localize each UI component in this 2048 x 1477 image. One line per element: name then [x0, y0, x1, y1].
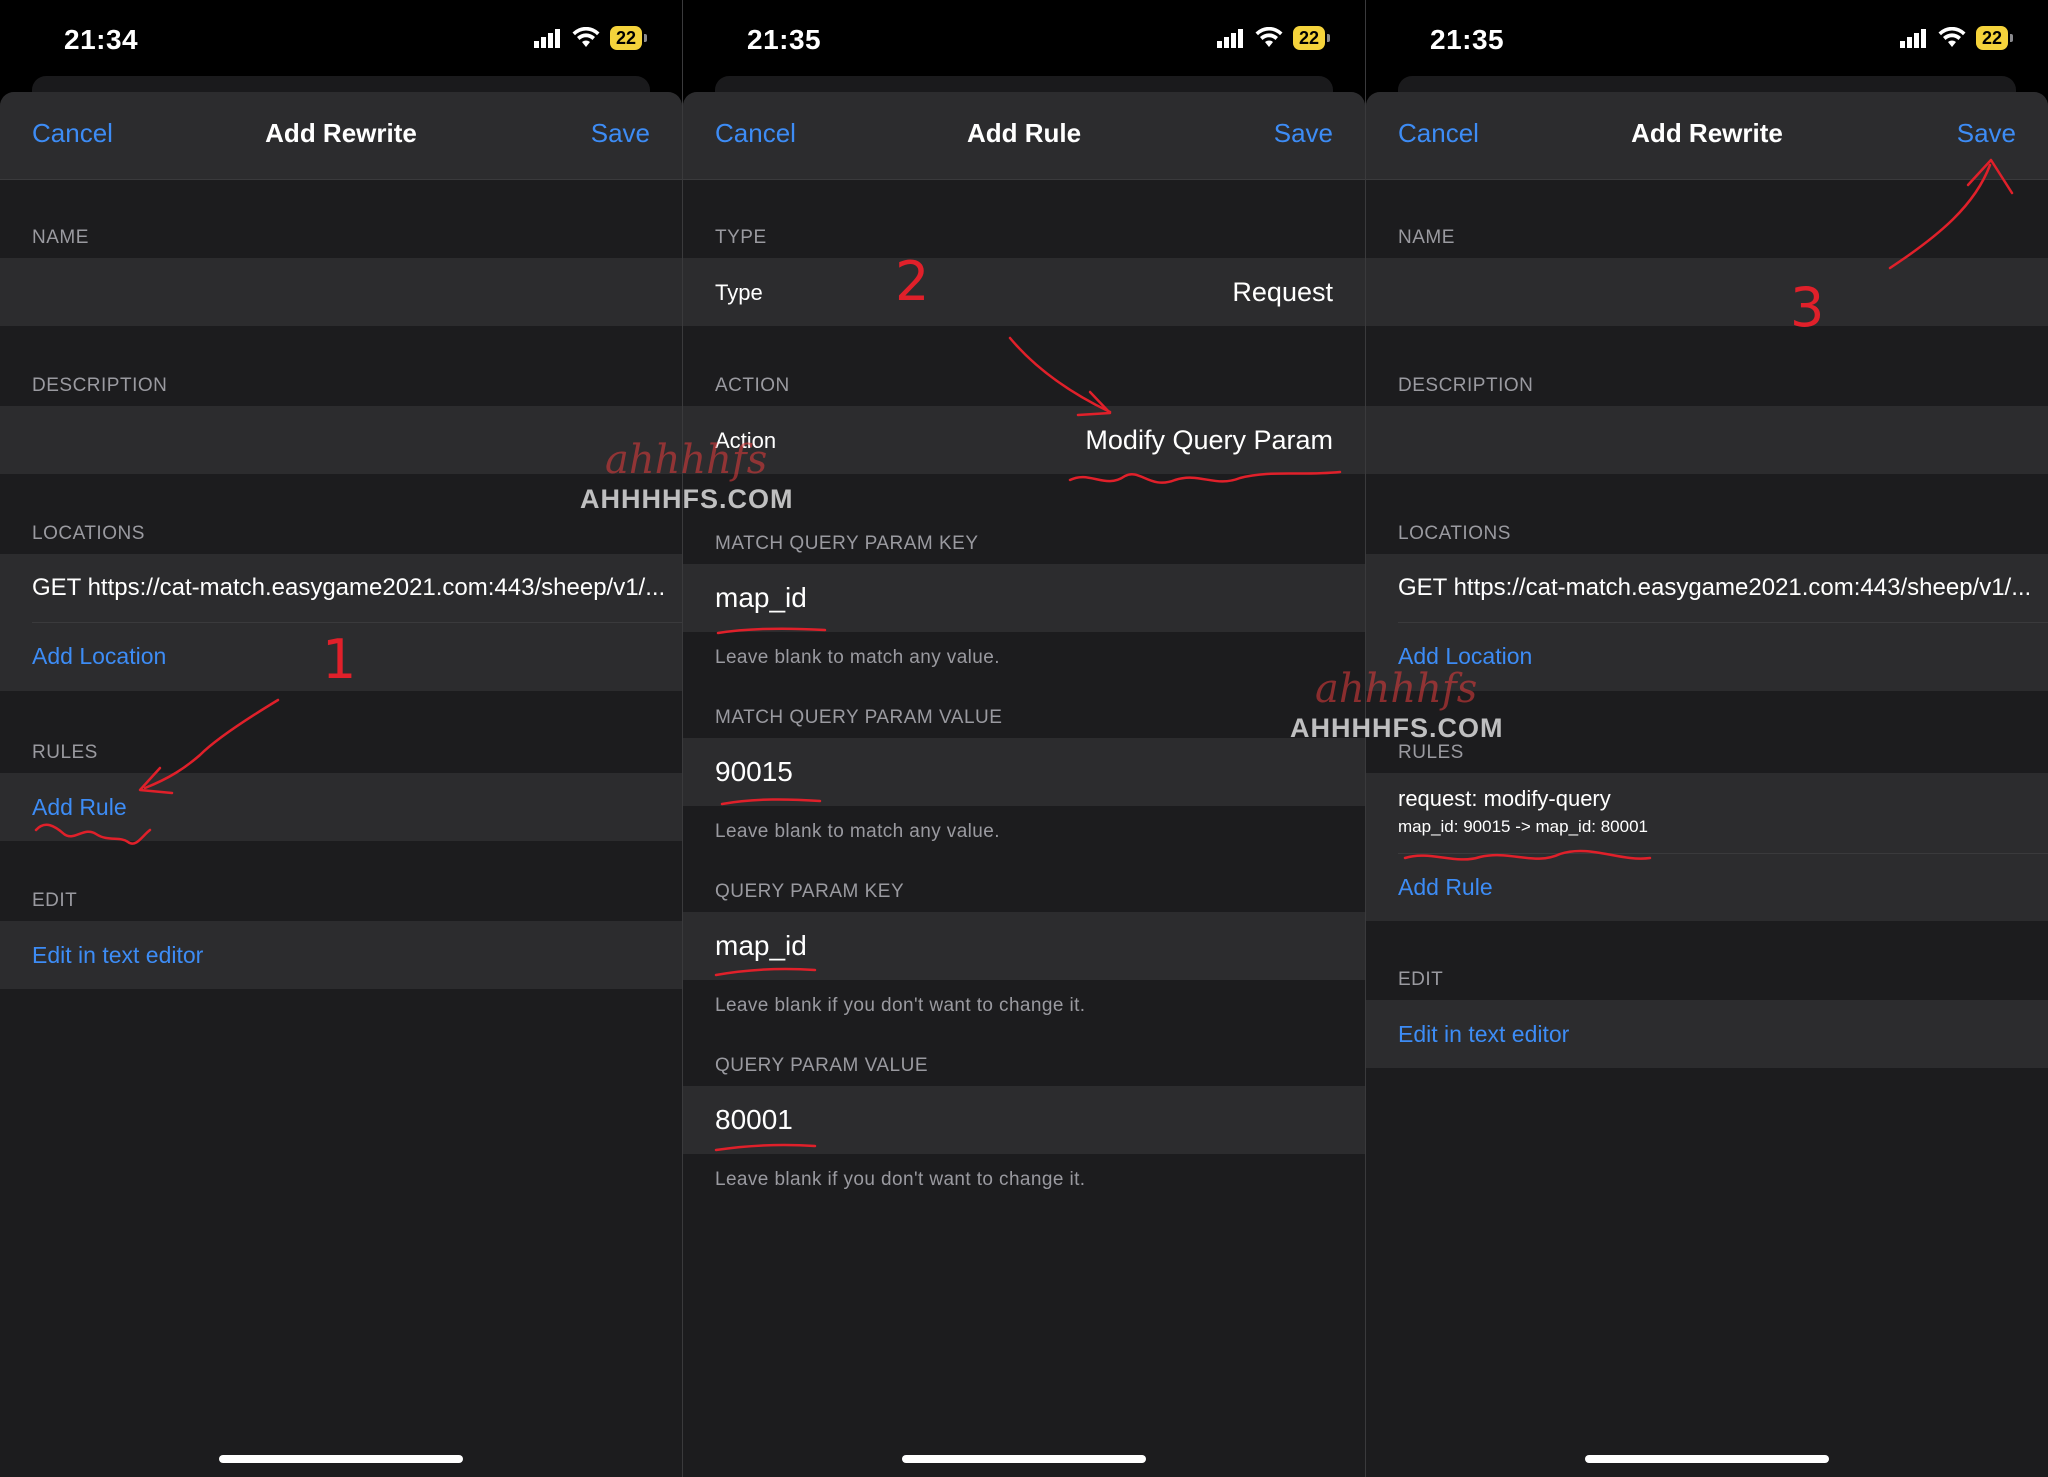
locations-group: GET https://cat-match.easygame2021.com:4…	[0, 554, 682, 691]
status-bar: 21:35 22	[683, 0, 1365, 78]
param-value-field[interactable]: 80001	[683, 1086, 1365, 1154]
screen-add-rewrite-empty: 21:34 22 Cancel Add Rewrite Save NAME DE…	[0, 0, 682, 1477]
nav-bar: Cancel Add Rule Save	[683, 92, 1365, 180]
section-label-rules: RULES	[32, 742, 98, 763]
battery-icon: 22	[1975, 26, 2014, 50]
section-label-type: TYPE	[715, 227, 767, 248]
save-button[interactable]: Save	[591, 118, 650, 149]
add-rule-button[interactable]: Add Rule	[1398, 874, 1493, 901]
signal-icon	[533, 29, 560, 48]
section-label-param-value: QUERY PARAM VALUE	[715, 1055, 928, 1076]
rule-item[interactable]: request: modify-query map_id: 90015 -> m…	[1366, 773, 2048, 853]
name-field[interactable]	[0, 258, 682, 326]
match-value-hint: Leave blank to match any value.	[715, 821, 1000, 842]
nav-bar: Cancel Add Rewrite Save	[0, 92, 682, 180]
rules-group: request: modify-query map_id: 90015 -> m…	[1366, 773, 2048, 921]
status-time: 21:35	[747, 24, 822, 55]
add-location-button[interactable]: Add Location	[32, 643, 166, 670]
section-label-description: DESCRIPTION	[32, 375, 168, 396]
location-item[interactable]: GET https://cat-match.easygame2021.com:4…	[32, 574, 665, 602]
watermark-site: AHHHHFS.COM	[1290, 713, 1504, 743]
section-label-description: DESCRIPTION	[1398, 375, 1534, 396]
home-indicator	[219, 1455, 463, 1463]
location-item[interactable]: GET https://cat-match.easygame2021.com:4…	[1398, 574, 2031, 602]
param-value-value: 80001	[715, 1104, 793, 1135]
wifi-icon	[572, 27, 600, 47]
description-field[interactable]	[1366, 406, 2048, 474]
page-title: Add Rule	[966, 118, 1082, 148]
param-value-hint: Leave blank if you don't want to change …	[715, 1169, 1086, 1190]
rules-group: Add Rule	[0, 773, 682, 841]
action-value: Modify Query Param	[1085, 425, 1333, 455]
param-key-value: map_id	[715, 930, 807, 961]
section-label-param-key: QUERY PARAM KEY	[715, 881, 905, 902]
match-value-value: 90015	[715, 756, 793, 787]
action-row[interactable]: Action Modify Query Param	[683, 406, 1365, 474]
section-label-edit: EDIT	[32, 890, 78, 911]
section-label-match-key: MATCH QUERY PARAM KEY	[715, 533, 979, 554]
edit-group: Edit in text editor	[0, 921, 682, 989]
watermark-site: AHHHHFS.COM	[580, 484, 794, 514]
battery-icon: 22	[609, 26, 648, 50]
type-label: Type	[715, 280, 763, 305]
wifi-icon	[1255, 27, 1283, 47]
type-row[interactable]: Type Request	[683, 258, 1365, 326]
home-indicator	[902, 1455, 1146, 1463]
type-value: Request	[1232, 277, 1333, 307]
rule-detail: map_id: 90015 -> map_id: 80001	[1398, 817, 1648, 836]
match-value-field[interactable]: 90015	[683, 738, 1365, 806]
section-label-match-value: MATCH QUERY PARAM VALUE	[715, 707, 1003, 728]
edit-in-text-editor-button[interactable]: Edit in text editor	[32, 942, 203, 969]
save-button[interactable]: Save	[1274, 118, 1333, 149]
status-time: 21:34	[64, 24, 139, 55]
status-bar: 21:34 22	[0, 0, 682, 78]
section-label-action: ACTION	[715, 375, 790, 396]
signal-icon	[1216, 29, 1243, 48]
signal-icon	[1899, 29, 1926, 48]
name-field[interactable]	[1366, 258, 2048, 326]
wifi-icon	[1938, 27, 1966, 47]
home-indicator	[1585, 1455, 1829, 1463]
edit-group: Edit in text editor	[1366, 1000, 2048, 1068]
section-label-name: NAME	[32, 227, 89, 248]
section-label-edit: EDIT	[1398, 969, 1444, 990]
match-key-value: map_id	[715, 582, 807, 613]
section-label-rules: RULES	[1398, 742, 1464, 763]
sheet: Cancel Add Rule Save TYPE Type Request A…	[683, 92, 1365, 1477]
sheet: Cancel Add Rewrite Save NAME DESCRIPTION…	[1366, 92, 2048, 1477]
page-title: Add Rewrite	[265, 118, 417, 148]
param-key-hint: Leave blank if you don't want to change …	[715, 995, 1086, 1016]
screen-add-rule: 21:35 22 Cancel Add Rule Save TYPE Type …	[683, 0, 1365, 1477]
add-rule-button[interactable]: Add Rule	[32, 794, 127, 821]
rule-title: request: modify-query	[1398, 786, 1611, 811]
match-key-field[interactable]: map_id	[683, 564, 1365, 632]
status-time: 21:35	[1430, 24, 1505, 55]
param-key-field[interactable]: map_id	[683, 912, 1365, 980]
page-title: Add Rewrite	[1631, 118, 1783, 148]
watermark-logo: ahhhhfs	[605, 437, 768, 483]
battery-icon: 22	[1292, 26, 1331, 50]
match-key-hint: Leave blank to match any value.	[715, 647, 1000, 668]
description-field[interactable]	[0, 406, 682, 474]
section-label-locations: LOCATIONS	[1398, 523, 1511, 544]
section-label-name: NAME	[1398, 227, 1455, 248]
save-button[interactable]: Save	[1957, 118, 2016, 149]
section-label-locations: LOCATIONS	[32, 523, 145, 544]
watermark-logo: ahhhhfs	[1315, 666, 1478, 712]
status-bar: 21:35 22	[1366, 0, 2048, 78]
sheet: Cancel Add Rewrite Save NAME DESCRIPTION…	[0, 92, 682, 1477]
nav-bar: Cancel Add Rewrite Save	[1366, 92, 2048, 180]
edit-in-text-editor-button[interactable]: Edit in text editor	[1398, 1021, 1569, 1048]
